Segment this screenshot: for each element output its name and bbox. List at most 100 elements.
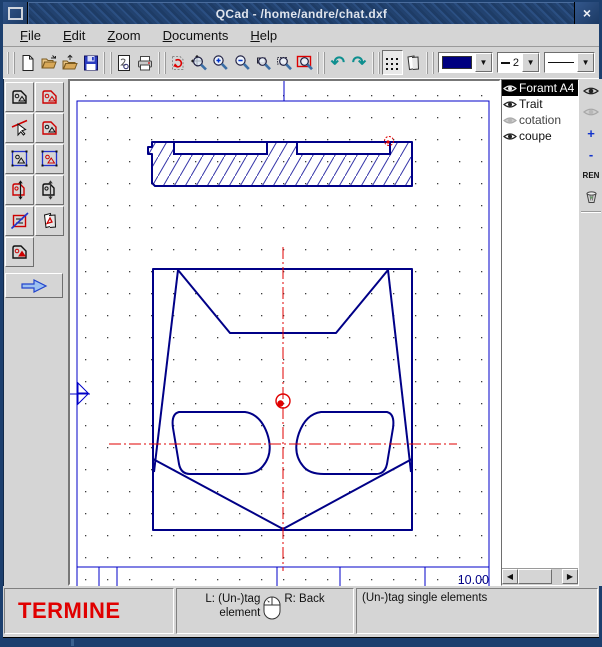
proceed-button[interactable] [5, 273, 63, 298]
tool-tag-contour-button[interactable] [35, 113, 64, 143]
menu-file[interactable]: File [9, 26, 52, 45]
tool-untag-range-button[interactable] [35, 144, 64, 174]
untag-range-icon [40, 149, 60, 169]
current-color-swatch [442, 56, 472, 69]
drawing-canvas[interactable]: 10.00 [70, 81, 499, 592]
layer-browser-button[interactable] [403, 50, 424, 75]
color-combobox[interactable]: ▼ [438, 52, 493, 73]
eye-disabled-icon [583, 106, 599, 118]
tool-pick-element-button[interactable] [5, 113, 34, 143]
eye-icon [583, 85, 599, 97]
zoom-auto-button[interactable] [189, 50, 210, 75]
line-width-combobox[interactable]: 2 ▼ [497, 52, 540, 73]
status-mode-panel: TERMINE [4, 588, 174, 634]
remove-layer-button[interactable]: - [581, 145, 601, 163]
redraw-button[interactable] [168, 50, 189, 75]
color-dropdown-arrow[interactable]: ▼ [475, 53, 492, 72]
rename-layer-button[interactable]: REN [581, 166, 601, 184]
toolbar-handle[interactable] [317, 52, 325, 74]
scroll-thumb[interactable] [518, 569, 552, 584]
titlebar-drag-area[interactable]: QCad - /home/andre/chat.dxf [28, 2, 574, 24]
tool-tag-layer-button[interactable] [35, 206, 64, 236]
status-mode-text: TERMINE [18, 598, 121, 624]
zoom-area-button[interactable] [273, 50, 294, 75]
scroll-track[interactable] [552, 569, 562, 585]
status-help-panel: (Un-)tag single elements [356, 588, 598, 634]
tool-tag-intersected-button[interactable] [5, 175, 34, 205]
pick-element-icon [10, 118, 30, 138]
menu-edit[interactable]: Edit [52, 26, 96, 45]
tool-invert-selection-button[interactable] [5, 237, 34, 267]
print-button[interactable] [135, 50, 156, 75]
linetype-dropdown-arrow[interactable]: ▼ [577, 53, 594, 72]
menu-zoom[interactable]: Zoom [96, 26, 151, 45]
canvas-container: 10.00 [68, 79, 501, 586]
width-dropdown-arrow[interactable]: ▼ [522, 53, 539, 72]
menu-documents[interactable]: Documents [152, 26, 240, 45]
zoom-in-icon [211, 54, 229, 72]
undo-button[interactable]: ↶ [327, 50, 348, 75]
tag-contour-icon [40, 118, 60, 138]
grid-spacing-label: 10.00 [458, 573, 489, 587]
open-file-icon [40, 54, 58, 72]
section-view [148, 137, 412, 187]
print-preview-button[interactable] [114, 50, 135, 75]
scroll-right-button[interactable]: ▶ [562, 569, 578, 584]
tool-untag-element-button[interactable] [35, 82, 64, 112]
statusbar: TERMINE L: (Un-)tag element R: Back (Un-… [3, 586, 599, 637]
window-title: QCad - /home/andre/chat.dxf [216, 7, 387, 21]
grid-toggle-button[interactable] [382, 50, 403, 75]
invert-selection-icon [10, 242, 30, 262]
show-all-layers-button[interactable] [581, 82, 601, 100]
redo-button[interactable]: ↷ [348, 50, 369, 75]
tool-untag-all-button[interactable] [5, 206, 34, 236]
window-close-button[interactable]: × [575, 2, 599, 24]
layer-row-foramt-a4[interactable]: Foramt A4 [502, 80, 578, 96]
zoom-previous-icon [296, 54, 314, 72]
layer-row-cotation[interactable]: cotation [502, 112, 578, 128]
layer-row-trait[interactable]: Trait [502, 96, 578, 112]
untag-all-icon [10, 211, 30, 231]
save-file-button[interactable] [80, 50, 101, 75]
menu-help[interactable]: Help [239, 26, 288, 45]
close-file-button[interactable] [59, 50, 80, 75]
close-file-icon [61, 54, 79, 72]
toolbar-handle[interactable] [426, 52, 434, 74]
window-menu-button[interactable] [3, 2, 27, 24]
width-sample-icon [501, 62, 510, 64]
status-help-text: (Un-)tag single elements [362, 592, 487, 633]
linetype-sample-icon [548, 62, 574, 63]
toolbar-handle[interactable] [158, 52, 166, 74]
left-button-hint: L: (Un-)tag [205, 592, 260, 606]
hide-all-layers-button[interactable] [581, 103, 601, 121]
save-file-icon [82, 54, 100, 72]
zoom-auto-icon [190, 54, 208, 72]
scroll-left-button[interactable]: ◀ [502, 569, 518, 584]
tool-tag-element-button[interactable] [5, 82, 34, 112]
layer-toolbar: + - REN [579, 79, 602, 586]
zoom-out-button[interactable] [231, 50, 252, 75]
layer-row-coupe[interactable]: coupe [502, 128, 578, 144]
qcad-window: QCad - /home/andre/chat.dxf × File Edit … [0, 0, 602, 647]
proceed-arrow-icon [20, 278, 48, 294]
zoom-previous-button[interactable] [294, 50, 315, 75]
new-file-button[interactable] [17, 50, 38, 75]
tool-tag-range-button[interactable] [5, 144, 34, 174]
delete-layer-button[interactable] [581, 187, 601, 205]
window-bottom-border [3, 637, 599, 647]
toolbar-handle[interactable] [372, 52, 380, 74]
print-preview-icon [115, 54, 133, 72]
layers-book-icon [404, 54, 422, 72]
zoom-in-button[interactable] [210, 50, 231, 75]
layer-panel: Foramt A4 Trait cotation coupe ◀ [501, 79, 579, 586]
zoom-window-button[interactable] [252, 50, 273, 75]
tool-untag-intersected-button[interactable] [35, 175, 64, 205]
right-button-hint: R: Back [284, 592, 324, 605]
line-type-combobox[interactable]: ▼ [544, 52, 595, 73]
toolbar-handle[interactable] [7, 52, 15, 74]
main-area: 10.00 Foramt A4 Trait cotation [3, 79, 599, 586]
add-layer-button[interactable]: + [581, 124, 601, 142]
redo-icon: ↷ [352, 54, 366, 71]
tag-element-icon [10, 87, 30, 107]
open-file-button[interactable] [38, 50, 59, 75]
